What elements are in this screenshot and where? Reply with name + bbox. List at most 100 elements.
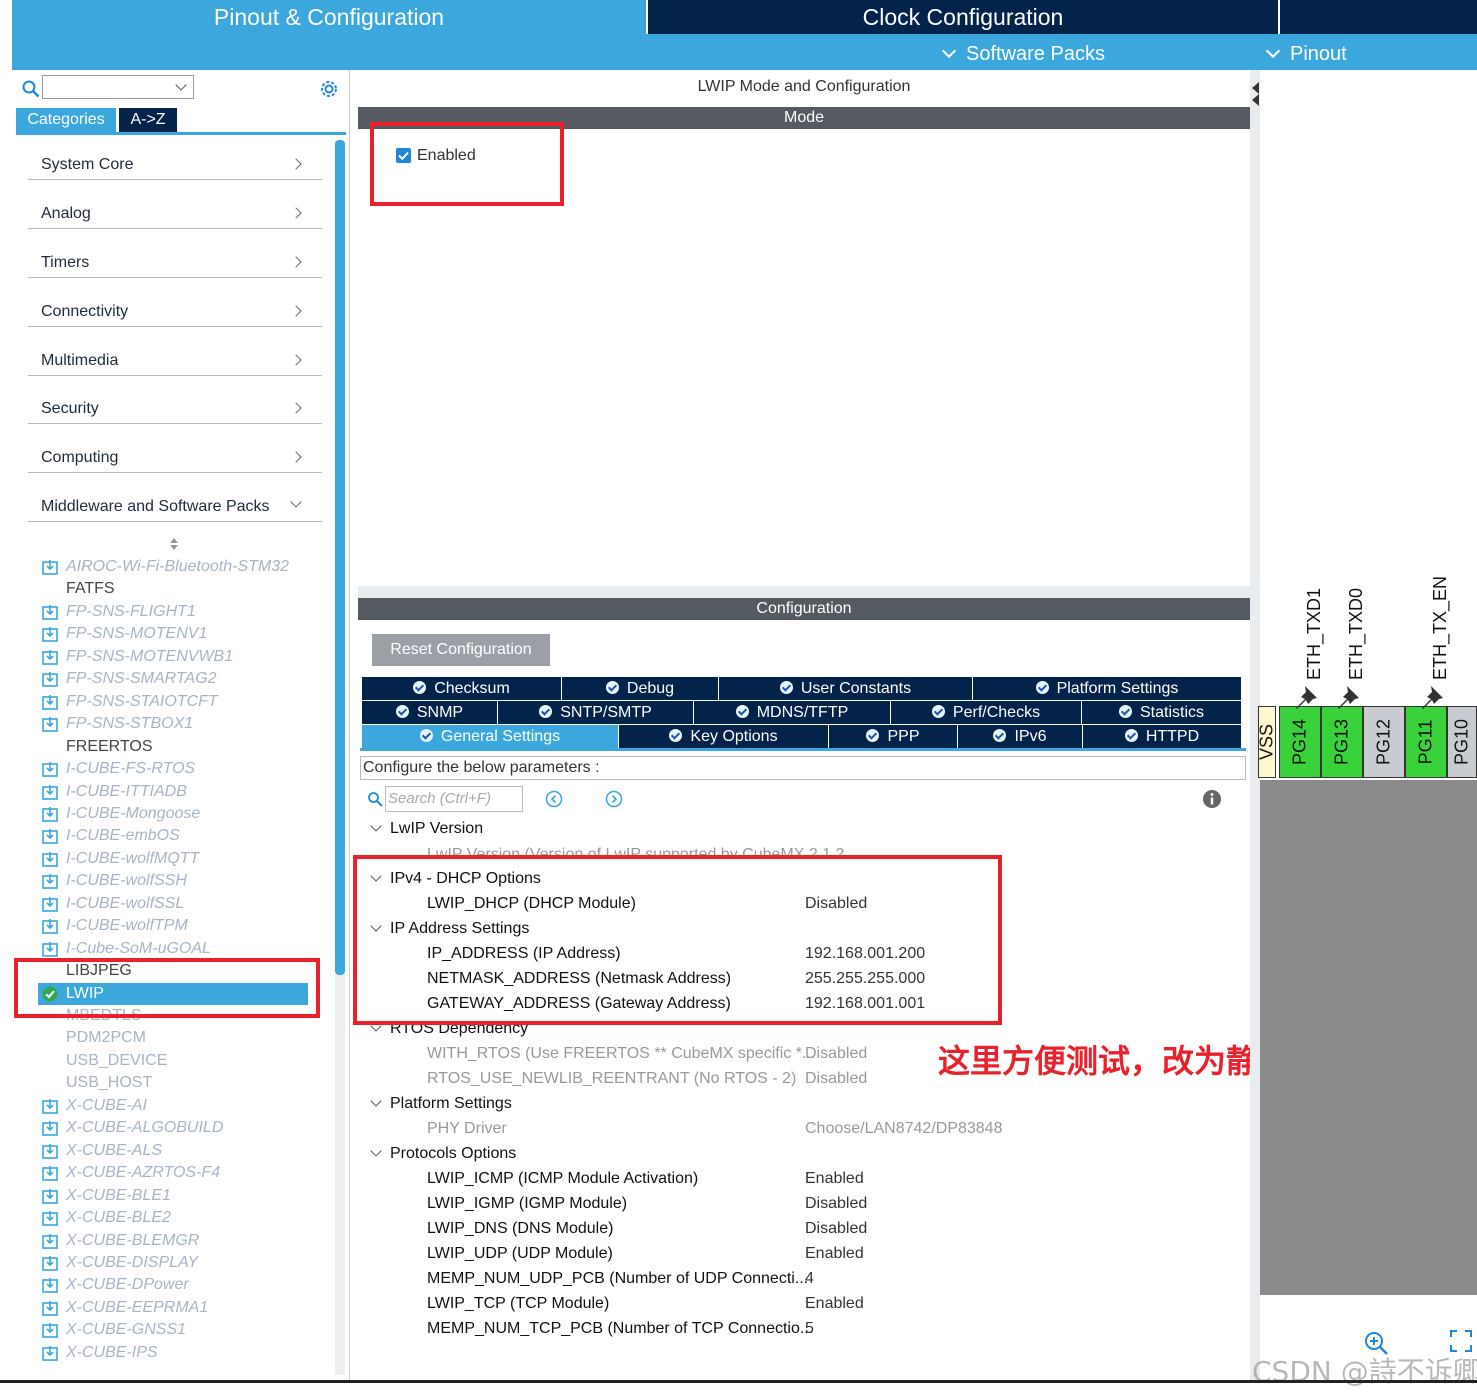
tab-categories[interactable]: Categories <box>16 108 116 132</box>
config-tab[interactable]: User Constants <box>719 677 973 700</box>
value-lwip-tcp[interactable]: Enabled <box>805 1295 864 1313</box>
middleware-item[interactable]: X-CUBE-EEPRMA1 <box>40 1298 320 1318</box>
chevron-down-icon[interactable] <box>370 1095 382 1107</box>
middleware-item[interactable]: I-CUBE-wolfTPM <box>40 916 320 936</box>
middleware-item[interactable]: USB_DEVICE <box>40 1051 320 1071</box>
value-with-rtos[interactable]: Disabled <box>805 1045 867 1063</box>
middleware-item[interactable]: X-CUBE-ALS <box>40 1141 320 1161</box>
middleware-item[interactable]: X-CUBE-AZRTOS-F4 <box>40 1163 320 1183</box>
chevron-right-icon[interactable] <box>290 158 302 170</box>
chevron-down-icon[interactable] <box>370 820 382 832</box>
value-phy-driver[interactable]: Choose/LAN8742/DP83848 <box>805 1120 1002 1138</box>
middleware-item[interactable]: FP-SNS-FLIGHT1 <box>40 602 320 622</box>
info-icon[interactable] <box>1202 789 1222 809</box>
value-rtos-newlib[interactable]: Disabled <box>805 1070 867 1088</box>
config-tab[interactable]: SNMP <box>362 701 498 724</box>
middleware-item[interactable]: I-CUBE-wolfSSL <box>40 894 320 914</box>
middleware-item[interactable]: X-CUBE-DPower <box>40 1275 320 1295</box>
config-tab[interactable]: Perf/Checks <box>891 701 1082 724</box>
search-combo[interactable] <box>42 75 194 99</box>
left-scrollbar-track[interactable] <box>335 975 345 1375</box>
reset-configuration-button[interactable]: Reset Configuration <box>372 634 550 666</box>
middleware-item[interactable]: FATFS <box>40 579 320 599</box>
middleware-item[interactable]: X-CUBE-BLE2 <box>40 1208 320 1228</box>
config-tab[interactable]: Key Options <box>619 725 829 748</box>
tab-extra[interactable] <box>1280 0 1477 34</box>
config-tab[interactable]: SNTP/SMTP <box>498 701 694 724</box>
previous-match-icon[interactable] <box>545 790 563 808</box>
pinout-menu[interactable]: Pinout <box>1265 34 1347 70</box>
chevron-down-icon[interactable] <box>175 79 187 91</box>
value-lwip-icmp[interactable]: Enabled <box>805 1170 864 1188</box>
config-tab[interactable]: General Settings <box>362 725 619 748</box>
chevron-right-icon[interactable] <box>290 354 302 366</box>
category-item[interactable]: Computing <box>28 443 322 473</box>
config-tab[interactable]: HTTPD <box>1083 725 1242 748</box>
middleware-item[interactable]: I-CUBE-FS-RTOS <box>40 759 320 779</box>
middleware-item[interactable]: X-CUBE-GNSS1 <box>40 1320 320 1340</box>
pin-pg12[interactable]: PG12 <box>1363 706 1405 778</box>
chevron-right-icon[interactable] <box>290 207 302 219</box>
value-lwip-igmp[interactable]: Disabled <box>805 1195 867 1213</box>
collapse-arrow-icon[interactable] <box>1250 80 1260 108</box>
middleware-item[interactable]: I-CUBE-Mongoose <box>40 804 320 824</box>
category-item[interactable]: Timers <box>28 248 322 278</box>
param-lwip-udp[interactable]: LWIP_UDP (UDP Module) <box>427 1245 613 1263</box>
middleware-item[interactable]: X-CUBE-BLE1 <box>40 1186 320 1206</box>
param-lwip-dns[interactable]: LWIP_DNS (DNS Module) <box>427 1220 613 1238</box>
middleware-item[interactable]: I-CUBE-embOS <box>40 826 320 846</box>
tab-pinout-configuration[interactable]: Pinout & Configuration <box>12 0 646 34</box>
param-lwip-tcp[interactable]: LWIP_TCP (TCP Module) <box>427 1295 609 1313</box>
next-match-icon[interactable] <box>605 790 623 808</box>
param-lwip-icmp[interactable]: LWIP_ICMP (ICMP Module Activation) <box>427 1170 698 1188</box>
chevron-down-icon[interactable] <box>290 496 302 508</box>
category-item[interactable]: Multimedia <box>28 346 322 376</box>
category-item[interactable]: Security <box>28 394 322 424</box>
config-tab[interactable]: IPv6 <box>958 725 1083 748</box>
tab-clock-configuration[interactable]: Clock Configuration <box>648 0 1278 34</box>
left-scrollbar[interactable] <box>335 140 345 975</box>
middleware-item[interactable]: FP-SNS-STAIOTCFT <box>40 692 320 712</box>
middleware-item[interactable]: AIROC-Wi-Fi-Bluetooth-STM32 <box>40 557 320 577</box>
config-tab[interactable]: PPP <box>829 725 958 748</box>
pin-pg14[interactable]: PG14 <box>1279 706 1321 778</box>
param-lwip-igmp[interactable]: LWIP_IGMP (IGMP Module) <box>427 1195 627 1213</box>
search-icon[interactable] <box>367 791 383 807</box>
param-memp-num-udp-pcb[interactable]: MEMP_NUM_UDP_PCB (Number of UDP Connecti… <box>427 1270 808 1288</box>
pin-vss[interactable]: VSS <box>1257 706 1277 778</box>
param-with-rtos[interactable]: WITH_RTOS (Use FREERTOS ** CubeMX specif… <box>427 1045 815 1063</box>
config-tab[interactable]: Statistics <box>1082 701 1242 724</box>
middleware-item[interactable]: FP-SNS-MOTENV1 <box>40 624 320 644</box>
middleware-item[interactable]: X-CUBE-ALGOBUILD <box>40 1118 320 1138</box>
search-icon[interactable] <box>22 80 40 98</box>
config-tab[interactable]: Platform Settings <box>973 677 1242 700</box>
chevron-right-icon[interactable] <box>290 256 302 268</box>
middleware-item[interactable]: FP-SNS-SMARTAG2 <box>40 669 320 689</box>
pin-pg10[interactable]: PG10 <box>1447 706 1477 778</box>
middleware-item[interactable]: I-Cube-SoM-uGOAL <box>40 939 320 959</box>
value-memp-num-tcp-pcb[interactable]: 5 <box>805 1320 814 1338</box>
middleware-item[interactable]: X-CUBE-DISPLAY <box>40 1253 320 1273</box>
category-item[interactable]: System Core <box>28 150 322 180</box>
middleware-item[interactable]: I-CUBE-wolfSSH <box>40 871 320 891</box>
middleware-item[interactable]: FP-SNS-MOTENVWB1 <box>40 647 320 667</box>
middleware-item[interactable]: X-CUBE-IPS <box>40 1343 320 1363</box>
value-lwip-dns[interactable]: Disabled <box>805 1220 867 1238</box>
middleware-item[interactable]: X-CUBE-BLEMGR <box>40 1231 320 1251</box>
panel-divider[interactable] <box>358 586 1250 598</box>
chevron-right-icon[interactable] <box>290 402 302 414</box>
group-lwip-version[interactable]: LwIP Version <box>368 820 483 838</box>
middleware-item[interactable]: X-CUBE-AI <box>40 1096 320 1116</box>
param-phy-driver[interactable]: PHY Driver <box>427 1120 507 1138</box>
middleware-item[interactable]: USB_HOST <box>40 1073 320 1093</box>
category-item[interactable]: Analog <box>28 199 322 229</box>
param-search-input[interactable]: Search (Ctrl+F) <box>385 786 523 812</box>
value-lwip-udp[interactable]: Enabled <box>805 1245 864 1263</box>
tab-a-z[interactable]: A->Z <box>119 108 177 132</box>
config-tab[interactable]: Checksum <box>362 677 562 700</box>
config-tab[interactable]: Debug <box>562 677 719 700</box>
chevron-right-icon[interactable] <box>290 305 302 317</box>
sort-icon[interactable] <box>168 537 180 551</box>
pin-pg13[interactable]: PG13 <box>1321 706 1363 778</box>
param-memp-num-tcp-pcb[interactable]: MEMP_NUM_TCP_PCB (Number of TCP Connecti… <box>427 1320 813 1338</box>
